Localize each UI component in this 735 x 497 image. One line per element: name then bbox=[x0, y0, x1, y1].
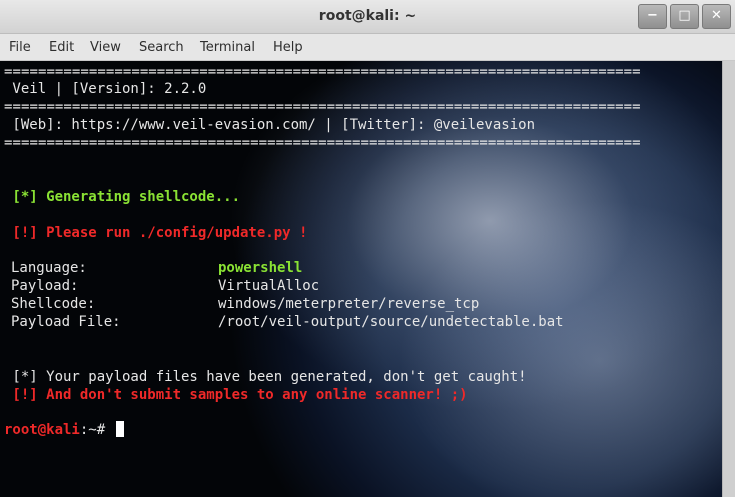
payload-file-value: /root/veil-output/source/undetectable.ba… bbox=[218, 314, 564, 330]
menu-search[interactable]: Search bbox=[139, 40, 184, 55]
window-controls: − □ ✕ bbox=[635, 4, 731, 29]
payload-file-label: Payload File: bbox=[11, 314, 121, 330]
minimize-button[interactable]: − bbox=[638, 4, 667, 29]
menu-bar: File Edit View Search Terminal Help bbox=[0, 34, 735, 61]
vertical-scrollbar[interactable] bbox=[722, 61, 735, 497]
window-title: root@kali: ~ bbox=[318, 8, 417, 24]
shell-prompt[interactable]: root@kali:~# bbox=[4, 421, 124, 438]
menu-view[interactable]: View bbox=[90, 40, 121, 55]
separator-line: ========================================… bbox=[4, 64, 641, 80]
menu-help[interactable]: Help bbox=[273, 40, 303, 55]
terminal-window: root@kali: ~ − □ ✕ File Edit View Search… bbox=[0, 0, 735, 497]
language-label: Language: bbox=[11, 260, 87, 276]
terminal-output[interactable]: ========================================… bbox=[0, 61, 722, 497]
prompt-user: root@kali bbox=[4, 422, 80, 438]
payload-value: VirtualAlloc bbox=[218, 278, 320, 294]
scanner-warning-line: [!] And don't submit samples to any onli… bbox=[4, 387, 468, 403]
generating-shellcode-line: [*] Generating shellcode... bbox=[4, 189, 241, 205]
shellcode-label: Shellcode: bbox=[11, 296, 96, 312]
separator-line: ========================================… bbox=[4, 99, 641, 115]
cursor-block bbox=[115, 421, 124, 437]
language-value: powershell bbox=[218, 260, 303, 276]
close-button[interactable]: ✕ bbox=[702, 4, 731, 29]
success-line: [*] Your payload files have been generat… bbox=[4, 369, 527, 385]
menu-terminal[interactable]: Terminal bbox=[200, 40, 255, 55]
web-line: [Web]: https://www.veil-evasion.com/ | [… bbox=[4, 117, 536, 133]
title-bar[interactable]: root@kali: ~ − □ ✕ bbox=[0, 0, 735, 34]
separator-line: ========================================… bbox=[4, 135, 641, 151]
menu-edit[interactable]: Edit bbox=[49, 40, 74, 55]
maximize-button[interactable]: □ bbox=[670, 4, 699, 29]
update-warning-line: [!] Please run ./config/update.py ! bbox=[4, 225, 308, 241]
version-line: Veil | [Version]: 2.2.0 bbox=[4, 81, 207, 97]
prompt-path: :~# bbox=[79, 422, 114, 438]
shellcode-value: windows/meterpreter/reverse_tcp bbox=[218, 296, 480, 312]
payload-label: Payload: bbox=[11, 278, 79, 294]
menu-file[interactable]: File bbox=[9, 40, 31, 55]
